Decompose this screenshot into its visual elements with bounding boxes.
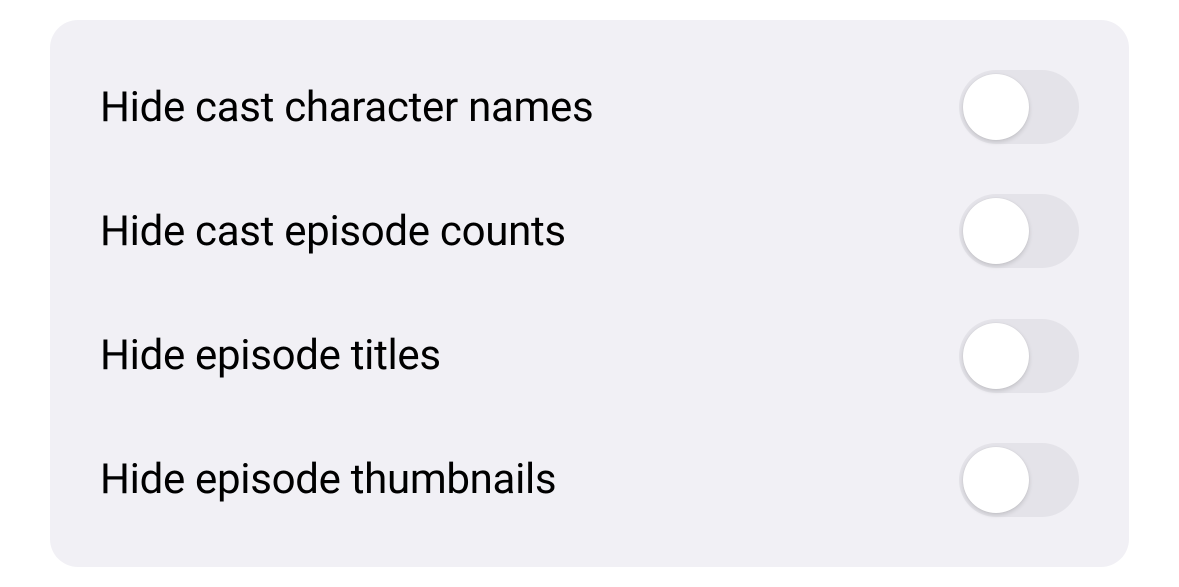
setting-row-hide-episode-thumbnails: Hide episode thumbnails <box>100 443 1079 517</box>
toggle-knob <box>963 74 1029 140</box>
setting-label: Hide episode titles <box>100 331 441 380</box>
toggle-hide-episode-titles[interactable] <box>959 319 1079 393</box>
setting-row-hide-cast-character-names: Hide cast character names <box>100 70 1079 144</box>
toggle-knob <box>963 198 1029 264</box>
setting-label: Hide cast episode counts <box>100 207 566 256</box>
setting-label: Hide episode thumbnails <box>100 455 556 504</box>
toggle-hide-episode-thumbnails[interactable] <box>959 443 1079 517</box>
settings-panel: Hide cast character names Hide cast epis… <box>50 20 1129 567</box>
setting-row-hide-cast-episode-counts: Hide cast episode counts <box>100 194 1079 268</box>
toggle-hide-cast-episode-counts[interactable] <box>959 194 1079 268</box>
setting-label: Hide cast character names <box>100 83 593 132</box>
toggle-knob <box>963 323 1029 389</box>
toggle-hide-cast-character-names[interactable] <box>959 70 1079 144</box>
toggle-knob <box>963 447 1029 513</box>
setting-row-hide-episode-titles: Hide episode titles <box>100 319 1079 393</box>
